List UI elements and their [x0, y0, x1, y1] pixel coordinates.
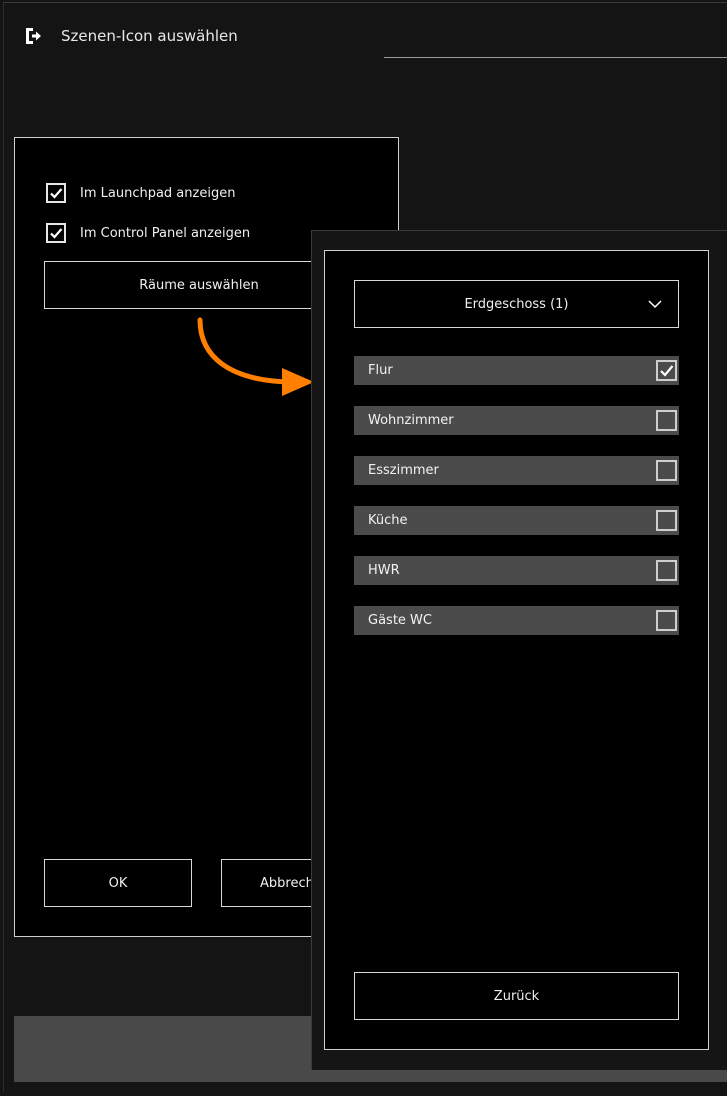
checkmark-icon	[50, 188, 63, 199]
room-label: Flur	[368, 363, 393, 378]
room-row-flur[interactable]: Flur	[354, 356, 679, 385]
launchpad-checkbox[interactable]	[46, 183, 66, 203]
header-divider	[384, 57, 727, 58]
checkmark-icon	[50, 228, 63, 239]
control-panel-checkbox[interactable]	[46, 223, 66, 243]
room-checkbox-wohnzimmer[interactable]	[656, 410, 677, 431]
exit-icon[interactable]	[23, 26, 43, 46]
room-checkbox-kueche[interactable]	[656, 510, 677, 531]
room-checkbox-gaeste-wc[interactable]	[656, 610, 677, 631]
control-panel-checkbox-label: Im Control Panel anzeigen	[80, 225, 251, 241]
room-checkbox-hwr[interactable]	[656, 560, 677, 581]
ok-button[interactable]: OK	[44, 859, 192, 907]
curved-arrow-right-icon	[190, 312, 325, 402]
checkmark-icon	[660, 365, 674, 377]
select-rooms-button[interactable]: Räume auswählen	[44, 261, 354, 309]
launchpad-checkbox-label: Im Launchpad anzeigen	[80, 185, 236, 201]
room-row-kueche[interactable]: Küche	[354, 506, 679, 535]
room-row-gaeste-wc[interactable]: Gäste WC	[354, 606, 679, 635]
floor-dropdown-value: Erdgeschoss (1)	[464, 296, 569, 312]
room-checkbox-flur[interactable]	[656, 360, 677, 381]
back-button[interactable]: Zurück	[354, 972, 679, 1020]
room-label: HWR	[368, 563, 400, 578]
control-panel-checkbox-row[interactable]: Im Control Panel anzeigen	[46, 222, 250, 244]
window-title: Szenen-Icon auswählen	[61, 27, 238, 45]
room-row-hwr[interactable]: HWR	[354, 556, 679, 585]
room-label: Wohnzimmer	[368, 413, 454, 428]
floor-dropdown[interactable]: Erdgeschoss (1)	[354, 280, 679, 328]
room-label: Küche	[368, 513, 408, 528]
chevron-down-icon	[648, 300, 662, 309]
room-label: Esszimmer	[368, 463, 439, 478]
room-row-wohnzimmer[interactable]: Wohnzimmer	[354, 406, 679, 435]
launchpad-checkbox-row[interactable]: Im Launchpad anzeigen	[46, 182, 235, 204]
room-row-esszimmer[interactable]: Esszimmer	[354, 456, 679, 485]
room-checkbox-esszimmer[interactable]	[656, 460, 677, 481]
room-label: Gäste WC	[368, 613, 432, 628]
